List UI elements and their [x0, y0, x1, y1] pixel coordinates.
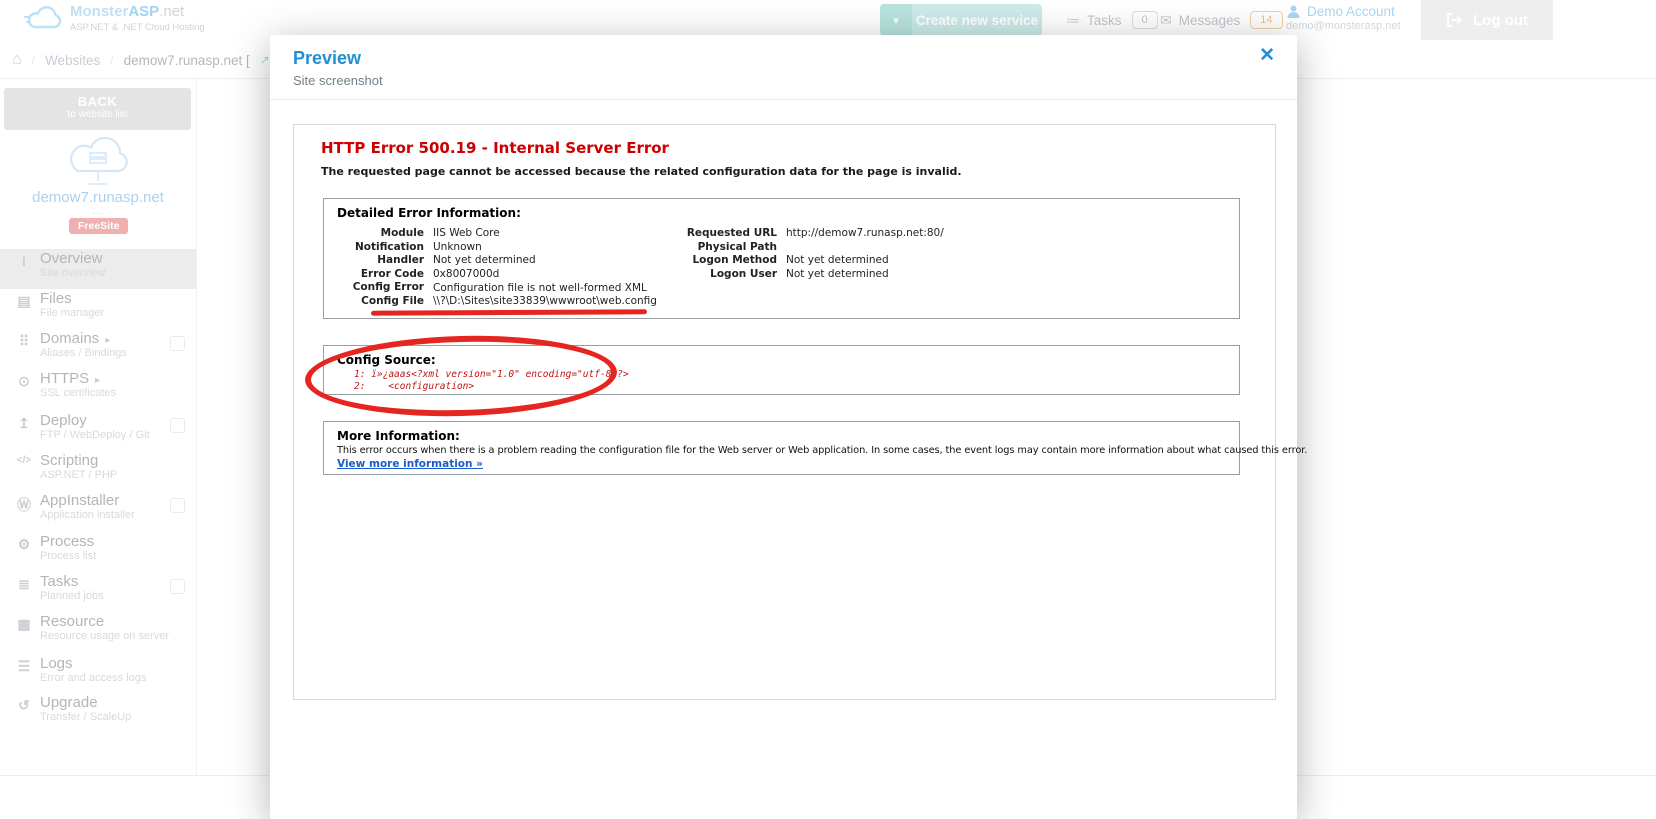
- table-row: Logon UserNot yet determined: [686, 268, 944, 282]
- error-summary: The requested page cannot be accessed be…: [321, 165, 962, 178]
- error-heading: HTTP Error 500.19 - Internal Server Erro…: [321, 139, 669, 157]
- table-row: Physical Path: [686, 241, 944, 255]
- close-icon[interactable]: ✕: [1259, 44, 1275, 67]
- modal-title: Preview: [293, 48, 361, 69]
- table-row: NotificationUnknown: [337, 241, 657, 255]
- modal-subtitle: Site screenshot: [293, 73, 383, 88]
- detailed-error-table-right: Requested URLhttp://demow7.runasp.net:80…: [686, 227, 944, 281]
- table-row: HandlerNot yet determined: [337, 254, 657, 268]
- detailed-error-box: Detailed Error Information: ModuleIIS We…: [323, 198, 1240, 319]
- more-information-box: More Information: This error occurs when…: [323, 421, 1240, 475]
- app: MonsterASP.net ASP.NET & .NET Cloud Host…: [0, 0, 1656, 819]
- view-more-information-link[interactable]: View more information »: [337, 458, 483, 470]
- detailed-error-table-left: ModuleIIS Web Core NotificationUnknown H…: [337, 227, 657, 309]
- table-row: ModuleIIS Web Core: [337, 227, 657, 241]
- table-row: Config File\\?\D:\Sites\site33839\wwwroo…: [337, 295, 657, 309]
- more-information-title: More Information:: [337, 429, 460, 443]
- detailed-error-title: Detailed Error Information:: [337, 206, 521, 220]
- table-row: Error Code0x8007000d: [337, 268, 657, 282]
- table-row: Config ErrorConfiguration file is not we…: [337, 281, 657, 295]
- table-row: Logon MethodNot yet determined: [686, 254, 944, 268]
- table-row: Requested URLhttp://demow7.runasp.net:80…: [686, 227, 944, 241]
- site-screenshot: HTTP Error 500.19 - Internal Server Erro…: [293, 124, 1276, 700]
- more-information-text: This error occurs when there is a proble…: [337, 445, 1307, 456]
- modal-header-divider: [270, 99, 1297, 100]
- preview-modal: Preview Site screenshot ✕ HTTP Error 500…: [270, 35, 1297, 819]
